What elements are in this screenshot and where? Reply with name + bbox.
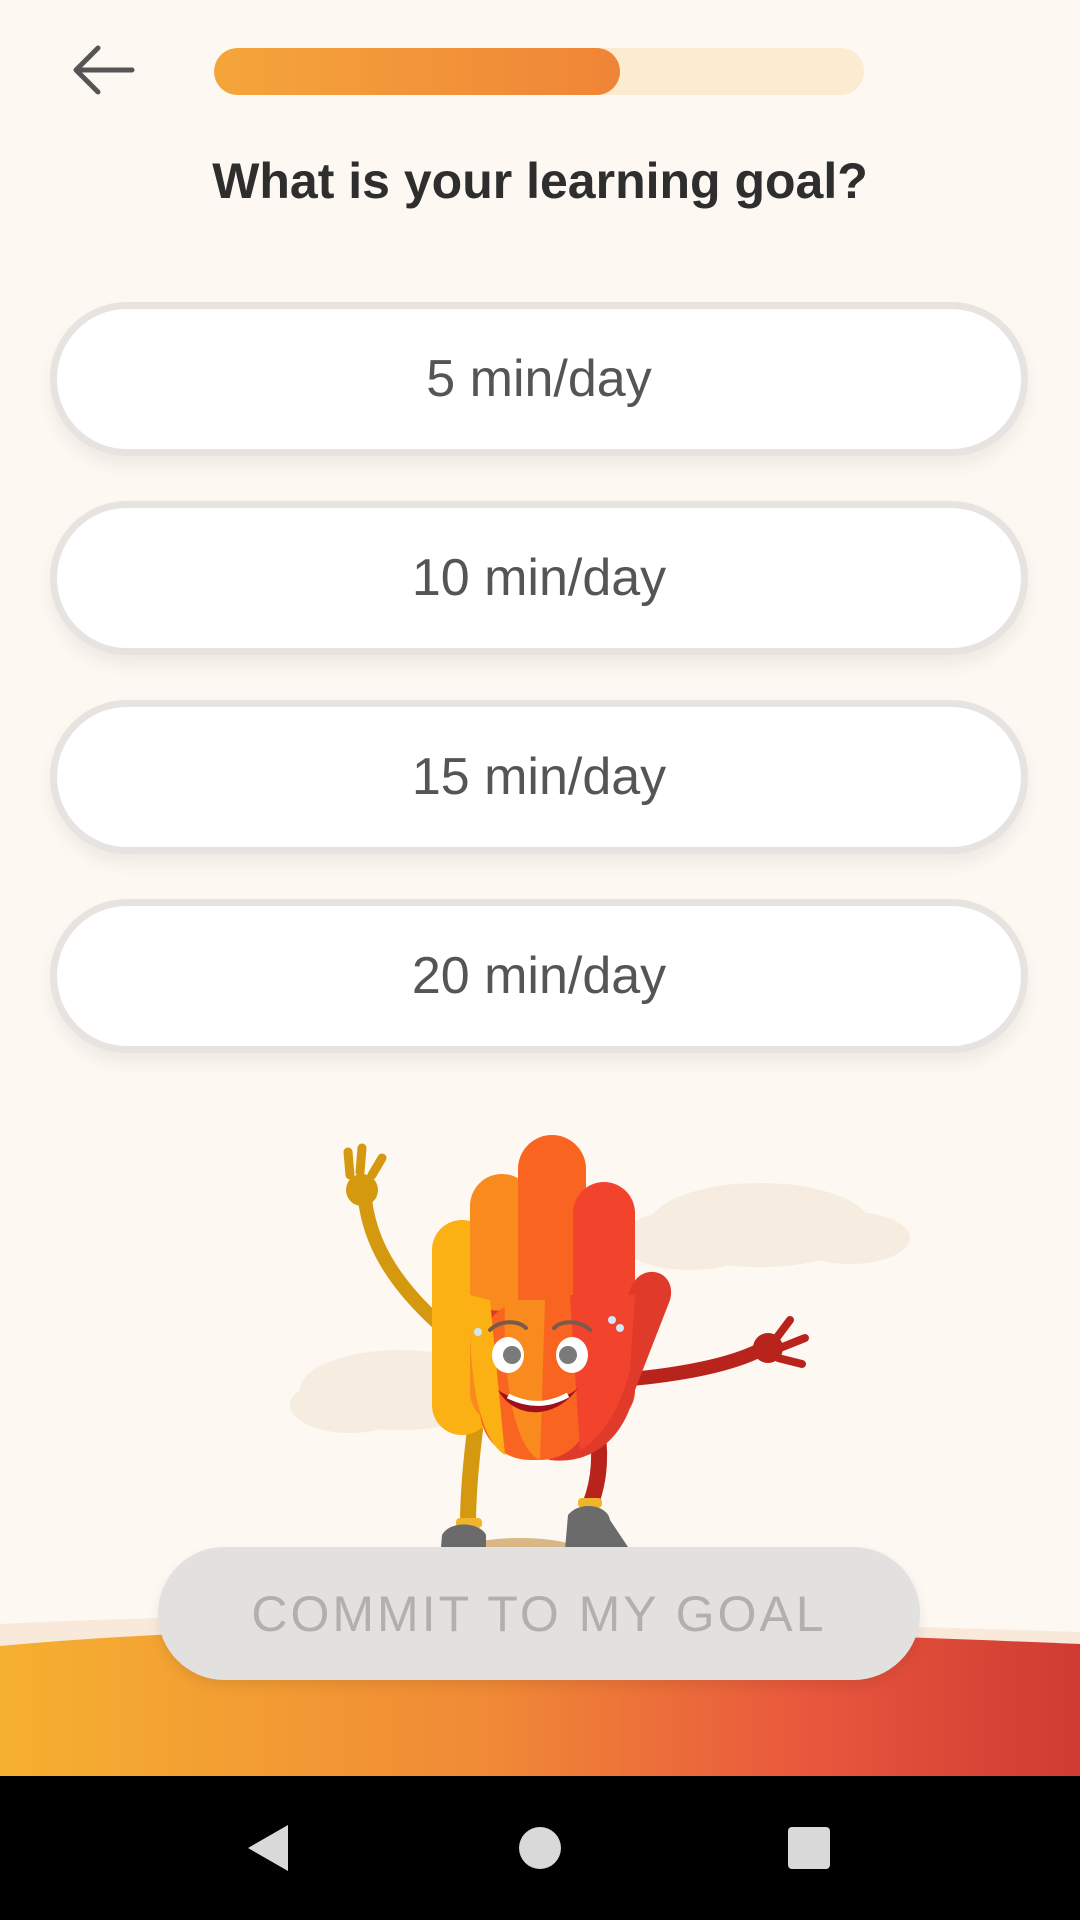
goal-option-label: 20 min/day [411, 947, 667, 1005]
nav-back-icon [248, 1825, 288, 1871]
goal-option-15-min[interactable]: 15 min/day [50, 700, 1028, 854]
nav-home-icon [519, 1827, 561, 1869]
goal-option-10-min[interactable]: 10 min/day [50, 501, 1028, 655]
goal-option-label: 15 min/day [411, 748, 667, 806]
commit-goal-button[interactable]: COMMIT TO MY GOAL [158, 1547, 920, 1680]
arrow-left-icon [73, 45, 135, 95]
goal-option-label: 10 min/day [411, 549, 667, 607]
goal-option-20-min[interactable]: 20 min/day [50, 899, 1028, 1053]
hand-mascot-illustration [290, 1135, 910, 1560]
commit-goal-button-label: COMMIT TO MY GOAL [251, 1585, 827, 1642]
progress-bar-fill [214, 48, 621, 95]
nav-home-button[interactable] [468, 1776, 612, 1920]
back-button[interactable] [62, 38, 144, 102]
nav-recents-icon [788, 1827, 830, 1869]
nav-recents-button[interactable] [737, 1776, 881, 1920]
system-navigation-bar [0, 1776, 1080, 1920]
goal-option-5-min[interactable]: 5 min/day [50, 302, 1028, 456]
page-title: What is your learning goal? [212, 153, 868, 209]
progress-bar [214, 48, 864, 95]
goal-option-label: 5 min/day [426, 350, 652, 408]
nav-back-button[interactable] [195, 1776, 339, 1920]
